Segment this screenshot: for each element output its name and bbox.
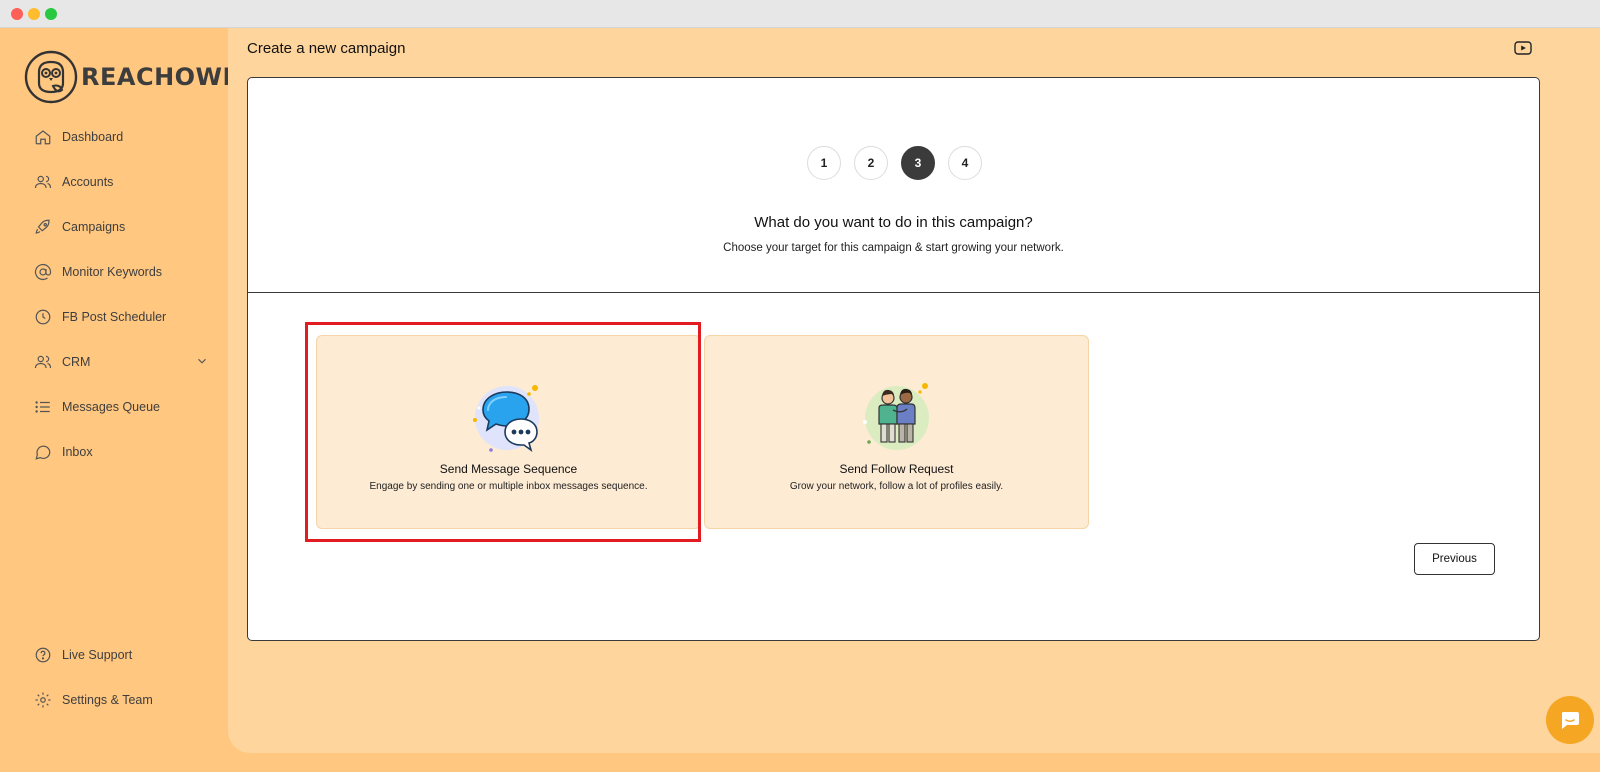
divider bbox=[248, 292, 1539, 293]
option-title: Send Message Sequence bbox=[439, 462, 578, 476]
step-2[interactable]: 2 bbox=[854, 146, 888, 180]
step-1[interactable]: 1 bbox=[807, 146, 841, 180]
wizard-steps: 1 2 3 4 bbox=[248, 146, 1539, 180]
sidebar-item-settings-team[interactable]: Settings & Team bbox=[34, 687, 199, 713]
clock-icon bbox=[35, 309, 51, 325]
option-description: Engage by sending one or multiple inbox … bbox=[369, 481, 648, 492]
sidebar-item-fb-post-scheduler[interactable]: FB Post Scheduler bbox=[34, 304, 199, 330]
wizard-subtitle: Choose your target for this campaign & s… bbox=[723, 242, 1064, 254]
users-icon bbox=[34, 175, 52, 189]
sidebar-item-inbox[interactable]: Inbox bbox=[34, 439, 199, 465]
step-4[interactable]: 4 bbox=[948, 146, 982, 180]
owl-logo-icon bbox=[24, 50, 78, 104]
brand-logo[interactable]: REACHOWL bbox=[24, 50, 238, 104]
rocket-icon bbox=[35, 219, 50, 234]
help-circle-icon bbox=[35, 647, 51, 663]
sidebar-item-label: Inbox bbox=[62, 445, 93, 459]
brand-name: REACHOWL bbox=[81, 63, 239, 91]
list-icon bbox=[35, 401, 50, 413]
chat-icon bbox=[1562, 712, 1579, 729]
chevron-down-icon[interactable] bbox=[195, 354, 209, 368]
step-3[interactable]: 3 bbox=[901, 146, 935, 180]
sidebar-item-label: Settings & Team bbox=[62, 693, 153, 707]
option-send-follow-request[interactable]: Send Follow Request Grow your network, f… bbox=[704, 335, 1089, 529]
two-people-icon bbox=[863, 383, 929, 450]
close-window-button[interactable] bbox=[11, 8, 23, 20]
sidebar-item-campaigns[interactable]: Campaigns bbox=[34, 214, 199, 240]
sidebar-item-accounts[interactable]: Accounts bbox=[34, 169, 199, 195]
sidebar-item-dashboard[interactable]: Dashboard bbox=[34, 124, 199, 150]
wizard-question: What do you want to do in this campaign? bbox=[754, 214, 1033, 231]
youtube-icon[interactable] bbox=[1514, 41, 1532, 55]
sidebar-item-label: Live Support bbox=[62, 648, 133, 662]
gear-icon bbox=[35, 692, 51, 708]
sidebar-item-monitor-keywords[interactable]: Monitor Keywords bbox=[34, 259, 199, 285]
option-description: Grow your network, follow a lot of profi… bbox=[789, 481, 1004, 492]
users-icon bbox=[34, 355, 52, 369]
sidebar-item-label: Campaigns bbox=[62, 220, 126, 234]
sidebar-item-messages-queue[interactable]: Messages Queue bbox=[34, 394, 199, 420]
window-titlebar bbox=[0, 0, 1600, 28]
sidebar-item-crm[interactable]: CRM bbox=[34, 349, 206, 375]
minimize-window-button[interactable] bbox=[28, 8, 40, 20]
message-circle-icon bbox=[35, 445, 51, 460]
page-title: Create a new campaign bbox=[247, 40, 406, 57]
live-chat-button[interactable] bbox=[1546, 696, 1594, 744]
main-content: Create a new campaign 1 2 3 4 What do yo… bbox=[228, 28, 1600, 753]
sidebar-item-live-support[interactable]: Live Support bbox=[34, 642, 199, 668]
sidebar-item-label: Accounts bbox=[62, 175, 114, 189]
sidebar-item-label: CRM bbox=[62, 355, 91, 369]
sidebar-item-label: Monitor Keywords bbox=[62, 265, 163, 279]
chat-bubbles-icon bbox=[473, 385, 539, 452]
maximize-window-button[interactable] bbox=[45, 8, 57, 20]
sidebar-item-label: Messages Queue bbox=[62, 400, 160, 414]
sidebar: REACHOWL Dashboard Accounts Campaigns Mo… bbox=[0, 28, 238, 772]
option-send-message-sequence[interactable]: Send Message Sequence Engage by sending … bbox=[316, 335, 701, 529]
option-title: Send Follow Request bbox=[839, 462, 954, 476]
previous-button[interactable]: Previous bbox=[1414, 543, 1495, 575]
at-sign-icon bbox=[34, 263, 52, 281]
home-icon bbox=[35, 130, 51, 145]
sidebar-item-label: FB Post Scheduler bbox=[62, 310, 167, 324]
sidebar-item-label: Dashboard bbox=[62, 130, 124, 144]
campaign-wizard-card: 1 2 3 4 What do you want to do in this c… bbox=[247, 77, 1540, 641]
